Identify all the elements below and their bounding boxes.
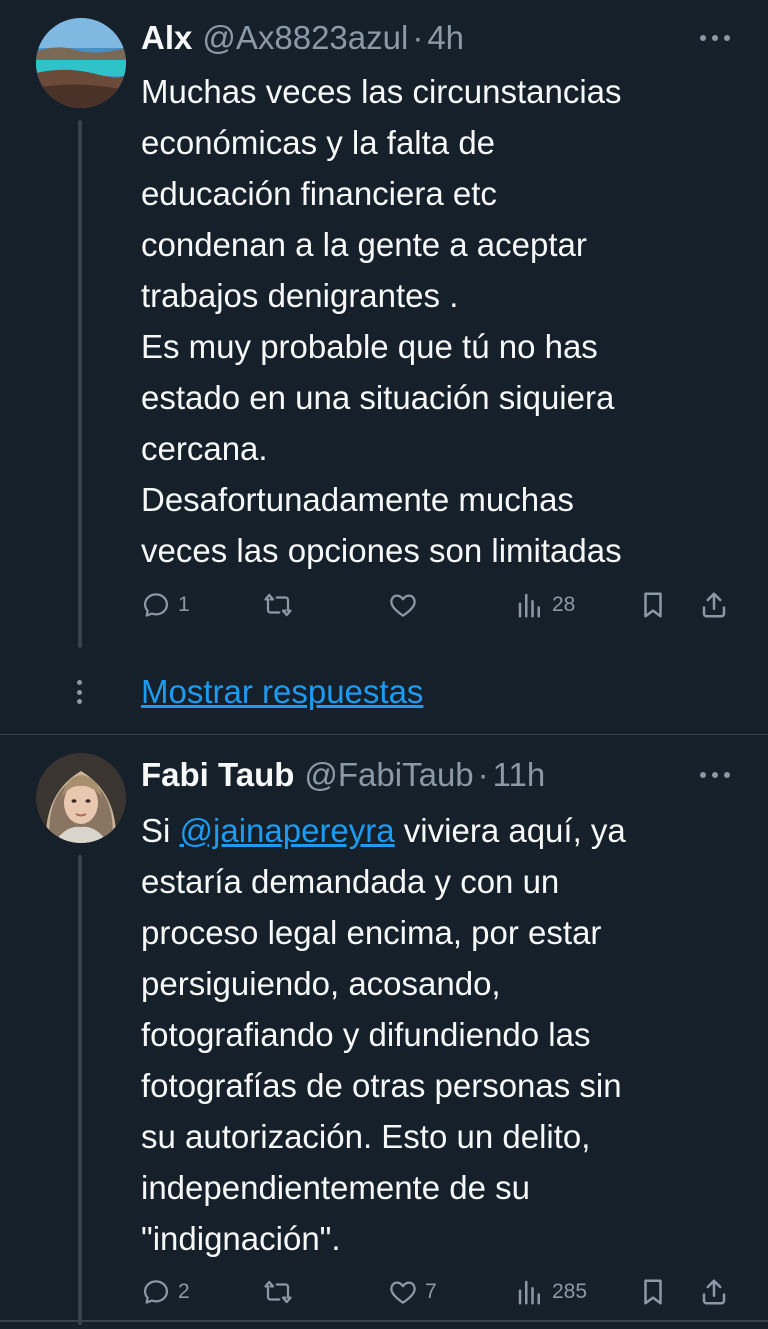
retweet-icon [264, 1280, 292, 1304]
woman-portrait-avatar[interactable] [36, 753, 126, 843]
tweet-text-line: "indignación". [141, 1220, 341, 1257]
tweet-text-line: proceso legal encima, por estar [141, 914, 602, 951]
tweet-alx[interactable]: Alx @Ax8823azul · 4h Muchas veces las ci… [0, 0, 768, 660]
separator-dot: · [477, 756, 489, 793]
like-count: 7 [425, 1280, 437, 1303]
retweet-icon [264, 593, 292, 617]
tweet-text-line: independientemente de su [141, 1169, 530, 1206]
views-button[interactable]: 285 [515, 1272, 587, 1312]
tweet-text-line: cercana. [141, 430, 268, 467]
tweet-text-line: trabajos denigrantes . [141, 277, 459, 314]
reply-count: 2 [178, 1280, 190, 1303]
tweet-fabi-taub[interactable]: Fabi Taub @FabiTaub · 11h Si @jainaperey… [0, 735, 768, 1325]
landscape-avatar[interactable] [36, 18, 126, 108]
tweet-time[interactable]: 11h [493, 755, 546, 795]
retweet-button[interactable] [263, 585, 293, 625]
like-button[interactable] [388, 585, 418, 625]
tweet-text-line: su autorización. Esto un delito, [141, 1118, 591, 1155]
thread-dots-icon [77, 680, 83, 704]
mention-link[interactable]: @jainapereyra [180, 812, 395, 849]
tweet-header: Alx @Ax8823azul · 4h [141, 18, 464, 58]
share-button[interactable] [699, 1272, 729, 1312]
view-count: 285 [552, 1280, 588, 1303]
tweet-text-line: económicas y la falta de [141, 124, 496, 161]
views-button[interactable]: 28 [515, 585, 575, 625]
bookmark-icon [644, 592, 662, 618]
retweet-button[interactable] [263, 1272, 293, 1312]
like-button[interactable]: 7 [388, 1272, 437, 1312]
tweet-text: Muchas veces las circunstancias económic… [141, 66, 741, 576]
thread-line [78, 120, 82, 648]
tweet-text-line: fotografiando y difundiendo las [141, 1016, 591, 1053]
tweet-text: Si @jainapereyra viviera aquí, ya estarí… [141, 805, 741, 1264]
bar-chart-icon [518, 1280, 540, 1305]
thread-line [78, 855, 82, 1325]
heart-icon [390, 1281, 416, 1304]
bookmark-icon [644, 1279, 662, 1305]
tweet-actions: 1 28 [141, 585, 731, 625]
tweet-text-line: estaría demandada y con un [141, 863, 560, 900]
separator-dot: · [412, 19, 424, 56]
tweet-text-line: estado en una situación siquiera [141, 379, 615, 416]
tweet-text-line: fotografías de otras personas sin [141, 1067, 622, 1104]
tweet-text-line: Muchas veces las circunstancias [141, 73, 622, 110]
share-icon [702, 1279, 726, 1305]
tweet-text-line: Desafortunadamente muchas [141, 481, 574, 518]
view-count: 28 [552, 593, 576, 616]
show-replies-link[interactable]: Mostrar respuestas [141, 670, 423, 714]
reply-icon [143, 1280, 169, 1304]
bar-chart-icon [518, 593, 540, 618]
tweet-text-line: veces las opciones son limitadas [141, 532, 622, 569]
tweet-text-line: Es muy probable que tú no has [141, 328, 598, 365]
text-prefix: Si [141, 812, 180, 849]
author-handle[interactable]: @Ax8823azul [202, 18, 408, 58]
bookmark-button[interactable] [638, 585, 668, 625]
reply-icon [143, 593, 169, 617]
share-button[interactable] [699, 585, 729, 625]
text-suffix: viviera aquí, ya [394, 812, 626, 849]
tweet-text-line: educación financiera etc [141, 175, 497, 212]
reply-button[interactable]: 2 [141, 1272, 190, 1312]
tweet-text-line: condenan a la gente a aceptar [141, 226, 587, 263]
bookmark-button[interactable] [638, 1272, 668, 1312]
author-name[interactable]: Alx [141, 18, 192, 58]
tweet-text-line: persiguiendo, acosando, [141, 965, 501, 1002]
reply-button[interactable]: 1 [141, 585, 190, 625]
tweet-text-line: Si @jainapereyra viviera aquí, ya [141, 805, 741, 856]
author-name[interactable]: Fabi Taub [141, 755, 294, 795]
divider [0, 1320, 768, 1322]
show-replies-row[interactable]: Mostrar respuestas [0, 660, 768, 724]
tweet-actions: 2 7 285 [141, 1272, 731, 1312]
reply-count: 1 [178, 593, 190, 616]
share-icon [702, 592, 726, 618]
tweet-time[interactable]: 4h [427, 18, 464, 58]
more-options-icon[interactable] [700, 765, 730, 785]
more-options-icon[interactable] [700, 28, 730, 48]
tweet-header: Fabi Taub @FabiTaub · 11h [141, 755, 545, 795]
heart-icon [390, 594, 416, 617]
author-handle[interactable]: @FabiTaub [304, 755, 473, 795]
